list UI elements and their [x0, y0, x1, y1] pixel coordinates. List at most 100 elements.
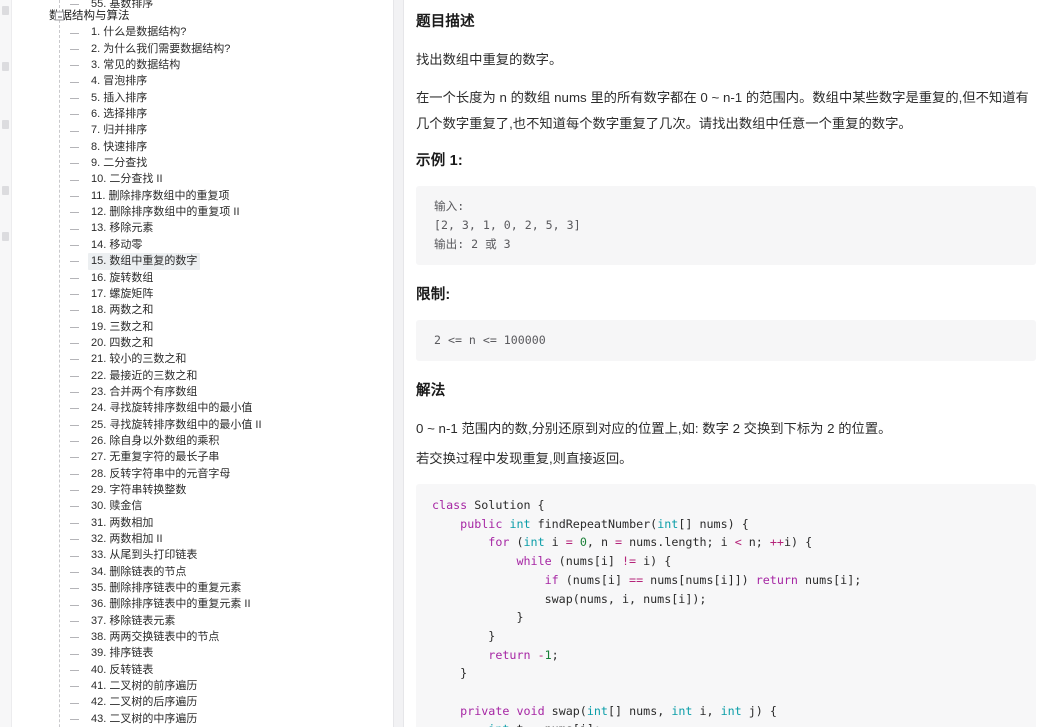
tree-branch-dash — [70, 620, 79, 622]
tree-branch-dash — [70, 522, 79, 524]
tree-item-label: 26. 除自身以外数组的乘积 — [91, 434, 220, 447]
tree-branch-dash — [70, 65, 79, 67]
solution-code-block[interactable]: class Solution { public int findRepeatNu… — [416, 484, 1036, 727]
tree-item-40[interactable]: 40. 反转链表 — [22, 662, 393, 678]
tree-item-label: 33. 从尾到头打印链表 — [91, 549, 198, 562]
tree-item-3[interactable]: 3. 常见的数据结构 — [22, 57, 393, 73]
tree-item-16[interactable]: 16. 旋转数组 — [22, 270, 393, 286]
tree-item-12[interactable]: 12. 删除排序数组中的重复项 II — [22, 204, 393, 220]
tree-item-22[interactable]: 22. 最接近的三数之和 — [22, 368, 393, 384]
tree-item-24[interactable]: 24. 寻找旋转排序数组中的最小值 — [22, 400, 393, 416]
tree-branch-dash — [70, 4, 79, 5]
tree-item-43[interactable]: 43. 二叉树的中序遍历 — [22, 711, 393, 727]
tree-branch-dash — [70, 653, 79, 655]
tree-item-42[interactable]: 42. 二叉树的后序遍历 — [22, 694, 393, 710]
tree-item-41[interactable]: 41. 二叉树的前序遍历 — [22, 678, 393, 694]
tree-branch-dash — [70, 637, 79, 639]
tree-item-27[interactable]: 27. 无重复字符的最长子串 — [22, 449, 393, 465]
tree-item-25[interactable]: 25. 寻找旋转排序数组中的最小值 II — [22, 417, 393, 433]
tree-item-37[interactable]: 37. 移除链表元素 — [22, 613, 393, 629]
tree-item-23[interactable]: 23. 合并两个有序数组 — [22, 384, 393, 400]
tree-item-28[interactable]: 28. 反转字符串中的元音字母 — [22, 466, 393, 482]
tree-item-label: 34. 删除链表的节点 — [91, 565, 187, 578]
tree-item-label: 12. 删除排序数组中的重复项 II — [91, 206, 240, 219]
tree-branch-dash — [70, 424, 79, 426]
tree-branch-dash — [70, 408, 79, 410]
tree-item-label: 2. 为什么我们需要数据结构? — [91, 42, 231, 55]
limit-code-text: 2 <= n <= 100000 — [434, 333, 546, 347]
tree-item-label: 9. 二分查找 — [91, 157, 148, 170]
tree-branch-dash — [70, 48, 79, 50]
tree-item-label: 40. 反转链表 — [91, 663, 154, 676]
tree-branch-dash — [70, 114, 79, 116]
tree-item-label: 7. 归并排序 — [91, 124, 148, 137]
tree-branch-dash — [70, 179, 79, 181]
tree-item-17[interactable]: 17. 螺旋矩阵 — [22, 286, 393, 302]
tree-item-9[interactable]: 9. 二分查找 — [22, 155, 393, 171]
heading-solution: 解法 — [416, 383, 446, 399]
minus-box-icon[interactable] — [55, 11, 64, 21]
rail-mark — [2, 6, 9, 15]
tree-item-label: 42. 二叉树的后序遍历 — [91, 696, 198, 709]
tree-item-35[interactable]: 35. 删除排序链表中的重复元素 — [22, 580, 393, 596]
tree: 55. 基数排序 数据结构与算法 1. 什么是数据结构? 2. 为什么我们需要数据… — [12, 0, 393, 727]
tree-item-7[interactable]: 7. 归并排序 — [22, 122, 393, 138]
tree-item-8[interactable]: 8. 快速排序 — [22, 139, 393, 155]
document-body: 题目描述 找出数组中重复的数字。 在一个长度为 n 的数组 nums 里的所有数… — [416, 10, 1036, 727]
tree-item-clipped-top[interactable]: 55. 基数排序 — [22, 0, 393, 8]
tree-item-label: 31. 两数相加 — [91, 516, 154, 529]
description-paragraph-1: 找出数组中重复的数字。 — [416, 52, 563, 67]
tree-item-6[interactable]: 6. 选择排序 — [22, 106, 393, 122]
left-rail — [0, 0, 12, 727]
tree-item-2[interactable]: 2. 为什么我们需要数据结构? — [22, 41, 393, 57]
tree-item-label: 10. 二分查找 II — [91, 173, 163, 186]
tree-item-38[interactable]: 38. 两两交换链表中的节点 — [22, 629, 393, 645]
tree-branch-dash — [70, 310, 79, 312]
tree-item-26[interactable]: 26. 除自身以外数组的乘积 — [22, 433, 393, 449]
sidebar-tree-panel[interactable]: 55. 基数排序 数据结构与算法 1. 什么是数据结构? 2. 为什么我们需要数据… — [12, 0, 393, 727]
tree-branch-dash — [70, 277, 79, 279]
tree-item-label: 1. 什么是数据结构? — [91, 26, 187, 39]
tree-item-36[interactable]: 36. 删除排序链表中的重复元素 II — [22, 596, 393, 612]
tree-branch-dash — [70, 228, 79, 230]
tree-item-21[interactable]: 21. 较小的三数之和 — [22, 351, 393, 367]
tree-branch-dash — [70, 473, 79, 475]
tree-item-32[interactable]: 32. 两数相加 II — [22, 531, 393, 547]
tree-item-label: 21. 较小的三数之和 — [91, 353, 187, 366]
tree-item-label: 3. 常见的数据结构 — [91, 59, 181, 72]
tree-item-label: 24. 寻找旋转排序数组中的最小值 — [91, 402, 253, 415]
tree-item-29[interactable]: 29. 字符串转换整数 — [22, 482, 393, 498]
tree-branch-dash — [70, 588, 79, 590]
tree-branch-dash — [70, 555, 79, 557]
tree-item-18[interactable]: 18. 两数之和 — [22, 302, 393, 318]
tree-item-label: 55. 基数排序 — [91, 0, 154, 8]
tree-item-label: 38. 两两交换链表中的节点 — [91, 631, 220, 644]
tree-item-33[interactable]: 33. 从尾到头打印链表 — [22, 547, 393, 563]
tree-item-14[interactable]: 14. 移动零 — [22, 237, 393, 253]
tree-item-5[interactable]: 5. 插入排序 — [22, 90, 393, 106]
tree-item-34[interactable]: 34. 删除链表的节点 — [22, 564, 393, 580]
tree-item-4[interactable]: 4. 冒泡排序 — [22, 73, 393, 89]
tree-item-31[interactable]: 31. 两数相加 — [22, 515, 393, 531]
tree-branch-dash — [70, 32, 79, 34]
tree-item-39[interactable]: 39. 排序链表 — [22, 645, 393, 661]
solution-paragraph-2: 若交换过程中发现重复,则直接返回。 — [416, 451, 633, 466]
tree-root-node[interactable]: 数据结构与算法 — [22, 8, 393, 24]
tree-item-30[interactable]: 30. 赎金信 — [22, 498, 393, 514]
tree-item-13[interactable]: 13. 移除元素 — [22, 220, 393, 236]
app-window: 55. 基数排序 数据结构与算法 1. 什么是数据结构? 2. 为什么我们需要数据… — [0, 0, 1039, 727]
tree-item-label: 15. 数组中重复的数字 — [88, 253, 201, 270]
tree-branch-dash — [70, 212, 79, 214]
tree-item-1[interactable]: 1. 什么是数据结构? — [22, 24, 393, 40]
tree-item-11[interactable]: 11. 删除排序数组中的重复项 — [22, 188, 393, 204]
heading-example: 示例 1: — [416, 153, 463, 169]
pane-divider[interactable] — [393, 0, 404, 727]
tree-item-15[interactable]: 15. 数组中重复的数字 — [22, 253, 393, 270]
tree-item-20[interactable]: 20. 四数之和 — [22, 335, 393, 351]
tree-item-19[interactable]: 19. 三数之和 — [22, 319, 393, 335]
solution-paragraph-1: 0 ~ n-1 范围内的数,分别还原到对应的位置上,如: 数字 2 交换到下标为… — [416, 421, 892, 436]
tree-item-label: 11. 删除排序数组中的重复项 — [91, 189, 230, 202]
tree-item-10[interactable]: 10. 二分查找 II — [22, 171, 393, 187]
tree-item-label: 29. 字符串转换整数 — [91, 483, 187, 496]
tree-branch-dash — [70, 457, 79, 459]
